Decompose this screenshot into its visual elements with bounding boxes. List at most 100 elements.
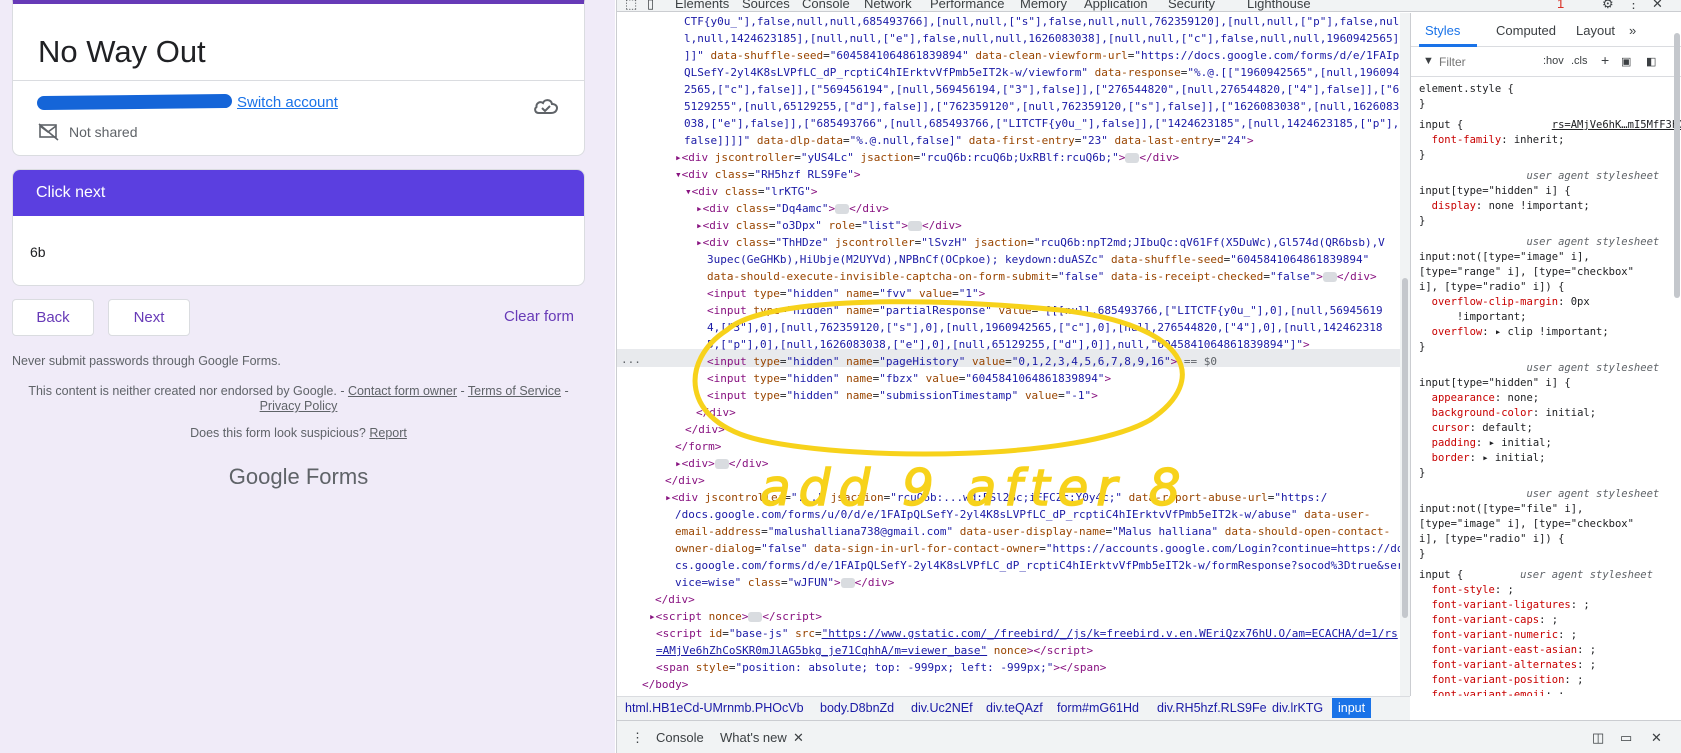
dom-line: vice=wise" class="wJFUN"> </div>: [675, 576, 895, 589]
breadcrumb-body[interactable]: body.D8bnZd: [820, 701, 894, 715]
drawer-menu-icon[interactable]: ⋮: [631, 730, 644, 746]
style-rule-line: user agent stylesheet: [1419, 488, 1660, 500]
styles-filter-input[interactable]: [1419, 52, 1514, 72]
separator: -: [457, 384, 468, 398]
dom-line[interactable]: ▸<div class="o3Dpx" role="list"> </div>: [696, 217, 962, 234]
dom-line[interactable]: <script id="base-js" src="https://www.gs…: [656, 625, 1398, 642]
more-options-icon[interactable]: ⋮: [1627, 0, 1640, 11]
tab-sources[interactable]: Sources: [742, 0, 790, 11]
style-rule-line: user agent stylesheet: [1419, 170, 1660, 182]
tab-computed[interactable]: Computed: [1496, 23, 1556, 38]
breadcrumb-form[interactable]: form#mG61Hd: [1057, 701, 1139, 715]
dom-line[interactable]: ▸<div jscontroller="..." jsaction="rcuQ6…: [665, 489, 1327, 506]
dom-line[interactable]: <input type="hidden" name="fvv" value="1…: [707, 285, 985, 302]
section-title: Click next: [36, 184, 106, 201]
next-button[interactable]: Next: [108, 299, 190, 336]
new-rule-icon[interactable]: +: [1601, 52, 1609, 68]
style-rule-line: input[type="hidden" i] {: [1419, 377, 1571, 389]
privacy-link[interactable]: Privacy Policy: [260, 399, 338, 413]
tab-styles[interactable]: Styles: [1425, 23, 1460, 38]
dom-line: 3upec(GeGHKb),HiUbje(M2UYVd),NPBnCf(OCpk…: [707, 253, 1370, 266]
dom-line[interactable]: <input type="hidden" name="submissionTim…: [707, 387, 1098, 404]
dom-line-gutter-dots: ···: [621, 356, 641, 369]
title-divider: [13, 80, 584, 81]
tab-security[interactable]: Security: [1168, 0, 1215, 11]
cls-toggle[interactable]: .cls: [1571, 55, 1588, 67]
style-rule-line: font-variant-position: ;: [1431, 674, 1584, 686]
report-link[interactable]: Report: [369, 426, 407, 440]
drawer-tab-close-icon[interactable]: ✕: [793, 730, 804, 746]
drawer-tab-whats-new[interactable]: What's new: [720, 730, 787, 745]
dom-line[interactable]: ▸<div class="Dq4amc"> </div>: [696, 200, 889, 217]
dom-line[interactable]: ▸<script nonce> </script>: [649, 608, 822, 625]
device-toggle-icon[interactable]: ▯: [647, 0, 654, 11]
settings-gear-icon[interactable]: ⚙: [1602, 0, 1614, 11]
dom-line[interactable]: ▸<div class="ThHDze" jscontroller="lSvzH…: [696, 234, 1385, 251]
question-card: Click next 6b: [12, 169, 585, 286]
tab-lighthouse[interactable]: Lighthouse: [1247, 0, 1311, 11]
dom-line-selected[interactable]: <input type="hidden" name="pageHistory" …: [707, 353, 1217, 370]
not-shared-label: Not shared: [69, 124, 138, 140]
styles-rules[interactable]: element.style { } input { rs=AMjVe6hK…mI…: [1411, 77, 1681, 696]
section-description: 6b: [30, 244, 46, 260]
back-button[interactable]: Back: [12, 299, 94, 336]
suspicious-text: Does this form look suspicious?: [190, 426, 370, 440]
style-rule-line: font-variant-numeric: ;: [1431, 629, 1578, 641]
clear-form-button[interactable]: Clear form: [504, 308, 574, 325]
dock-bottom-icon[interactable]: ▭: [1620, 730, 1632, 746]
breadcrumb-div-teqazf[interactable]: div.teQAzf: [986, 701, 1043, 715]
style-rule-line: [type="range" i], [type="checkbox": [1419, 266, 1634, 278]
paint-icon[interactable]: ▣: [1621, 55, 1631, 68]
dom-line: cs.google.com/forms/d/e/1FAIpQLSefY-2yl4…: [675, 559, 1400, 572]
dom-line: 038,["e"],false]],["685493766",[null,685…: [684, 117, 1400, 130]
style-rule-line: background-color: initial;: [1431, 407, 1597, 419]
tab-memory[interactable]: Memory: [1020, 0, 1067, 11]
dom-line[interactable]: ▾<div class="RH5hzf RLS9Fe">: [675, 166, 860, 183]
dom-line[interactable]: <input type="hidden" name="fbzx" value="…: [707, 370, 1111, 387]
more-tabs-chevron-icon[interactable]: »: [1629, 23, 1636, 38]
dom-line[interactable]: ▾<div class="lrKTG">: [685, 183, 817, 200]
style-rule-line: overflow: ▸ clip !important;: [1431, 326, 1609, 338]
breadcrumb-div-uc2nef[interactable]: div.Uc2NEf: [911, 701, 973, 715]
tab-console[interactable]: Console: [802, 0, 850, 11]
tab-elements[interactable]: Elements: [675, 0, 729, 11]
close-drawer-icon[interactable]: ✕: [1651, 730, 1662, 746]
styles-filterbar: ▼ :hov .cls + ▣ ◧: [1411, 47, 1681, 77]
terms-link[interactable]: Terms of Service: [468, 384, 561, 398]
elements-scrollbar[interactable]: [1400, 13, 1410, 696]
breadcrumb-input-selected[interactable]: input: [1332, 698, 1372, 718]
tab-performance[interactable]: Performance: [930, 0, 1004, 11]
dom-line: owner-dialog="false" data-sign-in-url-fo…: [675, 542, 1400, 555]
drawer-tab-console[interactable]: Console: [656, 730, 704, 745]
breadcrumb-div-lrktg[interactable]: div.lrKTG: [1272, 701, 1323, 715]
styles-scrollbar[interactable]: [1672, 13, 1681, 696]
contact-owner-link[interactable]: Contact form owner: [348, 384, 457, 398]
sidebar-toggle-icon[interactable]: ◧: [1646, 55, 1656, 68]
switch-account-link[interactable]: Switch account: [237, 94, 338, 111]
dom-line[interactable]: ▸<div jscontroller="yUS4Lc" jsaction="rc…: [675, 149, 1179, 166]
style-rule-line: input:not([type="file" i],: [1419, 503, 1584, 515]
styles-pane: Styles Computed Layout » ▼ :hov .cls + ▣…: [1410, 13, 1681, 696]
hov-toggle[interactable]: :hov: [1543, 55, 1564, 67]
tab-application[interactable]: Application: [1084, 0, 1148, 11]
style-rule-line: user agent stylesheet: [1419, 236, 1660, 248]
dom-line[interactable]: <span style="position: absolute; top: -9…: [656, 659, 1106, 676]
password-warning: Never submit passwords through Google Fo…: [12, 354, 281, 368]
disclaimer-text: This content is neither created nor endo…: [28, 384, 348, 398]
tab-network[interactable]: Network: [864, 0, 912, 11]
inspect-icon[interactable]: ⬚: [625, 0, 637, 11]
dom-line[interactable]: <input type="hidden" name="partialRespon…: [707, 302, 1383, 319]
style-rule-line: input:not([type="image" i],: [1419, 251, 1590, 263]
elements-dom-tree[interactable]: CTF{y0u_"],false,null,null,685493766],[n…: [617, 13, 1400, 696]
tab-layout[interactable]: Layout: [1576, 23, 1615, 38]
dom-line: ]]" data-shuffle-seed="60458410648618398…: [684, 49, 1400, 62]
error-count-badge[interactable]: 1: [1557, 0, 1564, 11]
dock-side-icon[interactable]: ◫: [1592, 730, 1604, 746]
devtools-drawer: ⋮ Console What's new ✕ ◫ ▭ ✕: [617, 720, 1681, 753]
style-rule-line: [type="image" i], [type="checkbox": [1419, 518, 1634, 530]
close-devtools-icon[interactable]: ✕: [1652, 0, 1663, 11]
style-rule-line: }: [1419, 98, 1426, 110]
dom-line[interactable]: ▸<div> </div>: [675, 455, 769, 472]
breadcrumb-div-rh5hzf[interactable]: div.RH5hzf.RLS9Fe: [1157, 701, 1267, 715]
breadcrumb-html[interactable]: html.HB1eCd-UMrnmb.PHOcVb: [625, 701, 804, 715]
